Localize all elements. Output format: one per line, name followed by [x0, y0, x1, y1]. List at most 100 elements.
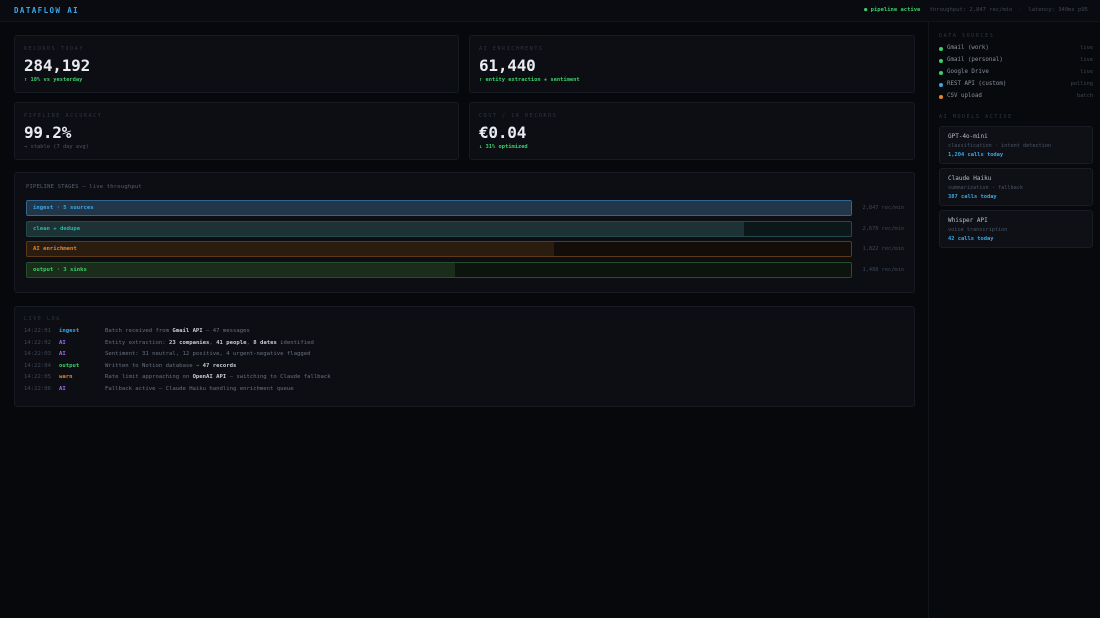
source-status: polling	[1070, 81, 1093, 87]
log-highlight: 8 dates	[253, 339, 277, 346]
pipeline-stages-panel: PIPELINE STAGES — live throughput ingest…	[14, 172, 915, 293]
model-description: summarization · fallback	[948, 185, 1023, 191]
stage-row: ingest · 5 sources 2,847 rec/min	[26, 200, 904, 216]
log-text: — 47 messages	[202, 328, 250, 334]
metric-card-enrichments: AI ENRICHMENTS 61,440 ↑ entity extractio…	[469, 35, 915, 93]
status-dot-icon	[939, 47, 943, 51]
log-text: identified	[276, 339, 314, 346]
data-source-item[interactable]: Gmail (work) live	[939, 45, 1093, 55]
stage-row: output · 3 sinks 1,488 rec/min	[26, 261, 904, 278]
log-highlight: Gmail API	[172, 328, 203, 334]
log-tag: AI	[59, 385, 66, 392]
source-name: Google Drive	[947, 69, 989, 75]
model-name: GPT-4o-mini	[948, 133, 988, 140]
data-source-item[interactable]: Google Drive live	[939, 69, 1093, 79]
stage-label: output · 3 sinks	[33, 266, 87, 273]
log-time: 14:22:06	[24, 385, 51, 392]
model-name: Claude Haiku	[948, 175, 992, 182]
stage-fill	[27, 242, 555, 256]
model-calls: 1,204 calls today	[948, 152, 1004, 158]
app-brand: DATAFLOW AI	[14, 6, 80, 15]
source-status: live	[1080, 57, 1093, 63]
source-name: Gmail (personal)	[947, 57, 1003, 63]
log-text: Rate limit approaching on	[105, 374, 193, 380]
log-text: Written to Notion database →	[105, 362, 203, 369]
sidebar: DATA SOURCES Gmail (work) live Gmail (pers…	[928, 22, 1100, 618]
log-time: 14:22:04	[24, 362, 51, 369]
metric-label: AI ENRICHMENTS	[479, 46, 544, 52]
stage-row: clean + dedupe 2,670 rec/min	[26, 220, 904, 237]
ai-model-card[interactable]: Whisper API voice transcription 42 calls t…	[939, 210, 1093, 248]
pipeline-status: ● pipeline active	[864, 7, 921, 13]
pipeline-title: PIPELINE STAGES — live throughput	[26, 184, 142, 190]
stage-rate: 1,822 rec/min	[862, 246, 904, 252]
metric-note: → stable (7 day avg)	[24, 144, 89, 150]
metric-card-cost: COST / 1K RECORDS €0.04 ↓ 31% optimized	[469, 102, 915, 160]
status-dot-icon	[939, 71, 943, 75]
log-text: — switching to Claude fallback	[226, 374, 331, 380]
models-title: AI MODELS ACTIVE	[939, 114, 1013, 120]
stage-rate: 2,670 rec/min	[862, 225, 904, 232]
stage-fill	[27, 262, 456, 277]
top-status: ● pipeline active throughput: 2,847 rec/…	[864, 7, 1088, 13]
top-bar: DATAFLOW AI ● pipeline active throughput…	[0, 0, 1100, 22]
status-dot-icon	[939, 95, 943, 99]
log-highlight: 23 companies	[169, 339, 210, 346]
status-dot-icon	[939, 83, 943, 87]
log-tag: warn	[59, 374, 73, 380]
data-source-item[interactable]: Gmail (personal) live	[939, 57, 1093, 67]
log-message: Rate limit approaching on OpenAI API — s…	[105, 374, 331, 380]
stage-rate: 2,847 rec/min	[862, 205, 904, 211]
metric-label: PIPELINE ACCURACY	[24, 113, 103, 119]
stage-fill	[27, 221, 744, 236]
status-dot-icon	[939, 59, 943, 63]
data-source-item[interactable]: REST API (custom) polling	[939, 81, 1093, 91]
model-description: voice transcription	[948, 227, 1008, 233]
stage-label: ingest · 5 sources	[33, 205, 94, 211]
metric-value: €0.04	[479, 123, 527, 142]
log-text: Batch received from	[105, 328, 173, 334]
stage-bar: clean + dedupe	[26, 220, 852, 237]
stage-fill	[27, 201, 851, 215]
log-title: LIVE LOG	[24, 316, 61, 322]
stage-row: AI enrichment 1,822 rec/min	[26, 241, 904, 257]
log-highlight: 41 people	[216, 339, 247, 346]
data-source-item[interactable]: CSV upload batch	[939, 93, 1093, 103]
log-message: Entity extraction: 23 companies, 41 peop…	[105, 340, 314, 346]
log-highlight: OpenAI API	[192, 374, 227, 380]
log-tag: AI	[59, 339, 66, 346]
model-calls: 42 calls today	[948, 236, 994, 242]
log-message: Sentiment: 31 neutral, 12 positive, 4 ur…	[105, 351, 310, 357]
log-message: Written to Notion database → 47 records	[105, 363, 236, 369]
stage-bar: ingest · 5 sources	[26, 200, 852, 216]
log-time: 14:22:01	[24, 328, 51, 334]
metric-value: 99.2%	[24, 123, 72, 142]
stage-bar: output · 3 sinks	[26, 261, 852, 278]
source-name: Gmail (work)	[947, 45, 989, 51]
log-tag: output	[59, 362, 80, 369]
stage-label: AI enrichment	[33, 246, 77, 252]
metric-label: COST / 1K RECORDS	[479, 113, 558, 119]
stage-bar: AI enrichment	[26, 241, 852, 257]
throughput-readout: throughput: 2,847 rec/min	[929, 7, 1013, 13]
model-calls: 387 calls today	[948, 194, 997, 200]
log-text: Fallback active — Claude Haiku handling …	[105, 385, 294, 392]
log-message: Fallback active — Claude Haiku handling …	[105, 386, 294, 392]
stage-label: clean + dedupe	[33, 225, 81, 232]
ai-model-card[interactable]: GPT-4o-mini classification · intent detec…	[939, 126, 1093, 164]
log-tag: AI	[59, 351, 66, 357]
log-message: Batch received from Gmail API — 47 messa…	[105, 328, 250, 334]
source-name: REST API (custom)	[947, 81, 1007, 87]
metric-note: ↓ 31% optimized	[479, 144, 528, 150]
ai-model-card[interactable]: Claude Haiku summarization · fallback 387 …	[939, 168, 1093, 206]
log-text: Entity extraction:	[105, 339, 169, 346]
log-time: 14:22:05	[24, 374, 51, 380]
source-status: live	[1080, 69, 1093, 75]
model-name: Whisper API	[948, 217, 988, 224]
source-name: CSV upload	[947, 93, 982, 99]
source-status: live	[1080, 45, 1093, 51]
log-time: 14:22:02	[24, 339, 51, 346]
metric-note: ↑ 18% vs yesterday	[24, 77, 83, 83]
metric-note: ↑ entity extraction + sentiment	[479, 77, 580, 83]
log-time: 14:22:03	[24, 351, 51, 357]
